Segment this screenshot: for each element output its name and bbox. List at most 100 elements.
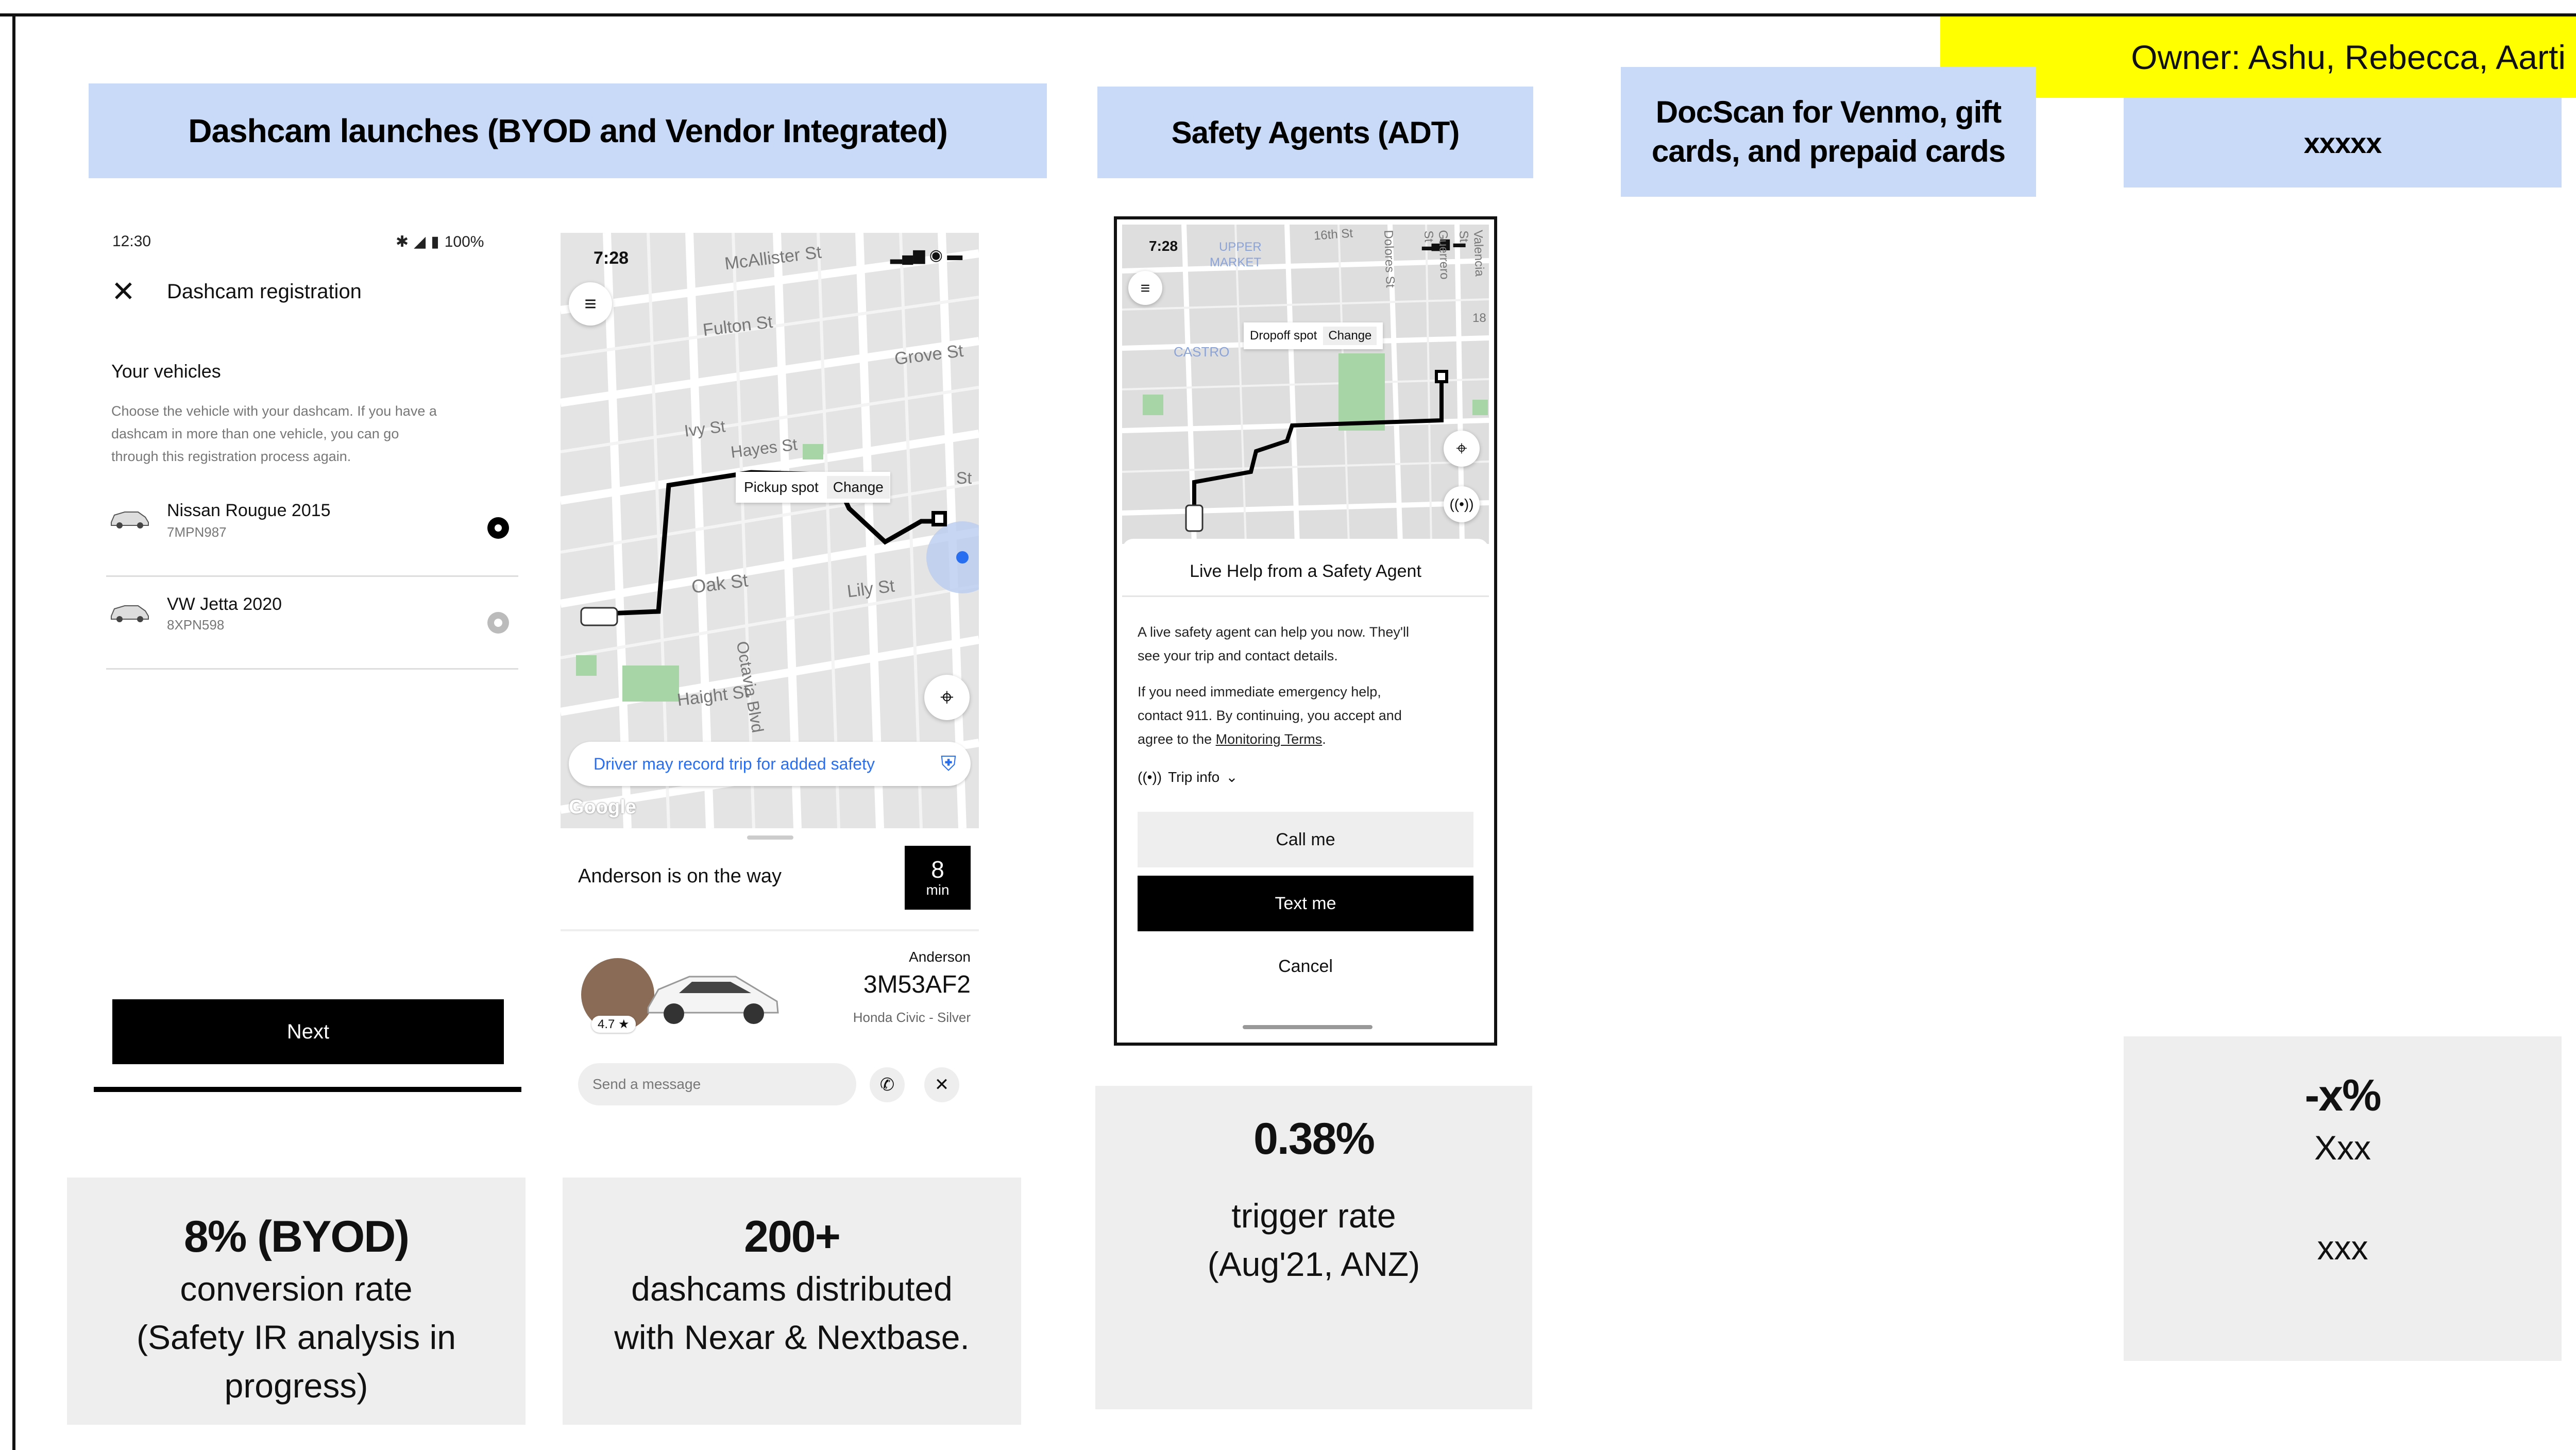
car-image xyxy=(647,976,779,1024)
vehicle-plate: 8XPN598 xyxy=(167,617,225,633)
close-icon[interactable]: ✕ xyxy=(111,276,135,307)
battery-percent: 100% xyxy=(444,233,484,250)
recenter-icon[interactable]: ⌖ xyxy=(924,675,970,720)
map-status-time: 7:28 xyxy=(594,248,629,268)
stat-value: 200+ xyxy=(744,1212,841,1261)
dashcam-notice-banner[interactable]: Driver may record trip for added safety … xyxy=(569,742,971,786)
safety-agent-screen: 7:28 ▂▄▆ ▬ UPPER MARKET CASTRO 16th St D… xyxy=(1114,216,1497,1046)
header-xxxxx-label: xxxxx xyxy=(2303,126,2382,159)
stat-line: with Nexar & Nextbase. xyxy=(614,1318,970,1356)
safety-toolkit-icon[interactable]: ((•)) xyxy=(1444,486,1480,522)
vehicle-name: Nissan Rougue 2015 xyxy=(167,501,331,520)
next-button[interactable]: Next xyxy=(112,999,504,1064)
car-icon xyxy=(111,605,149,622)
street-label: Guerrero St xyxy=(1421,230,1452,280)
street-label: 18 xyxy=(1472,311,1486,325)
driver-name: Anderson xyxy=(909,949,971,965)
stat-line: dashcams distributed xyxy=(631,1270,953,1308)
status-time: 12:30 xyxy=(112,233,151,250)
sheet-paragraph-2: If you need immediate emergency help, co… xyxy=(1138,680,1402,751)
vehicles-description: Choose the vehicle with your dashcam. If… xyxy=(111,400,437,468)
pickup-spot-label: Pickup spot xyxy=(744,479,819,495)
recenter-icon[interactable]: ⌖ xyxy=(1444,431,1480,467)
rider-trip-screen: 7:28 ▂▄▆ ◉ ▬ McAllister St Fulton St Gro… xyxy=(561,233,979,1108)
battery-icon: ▮ xyxy=(431,233,439,250)
sheet-paragraph-2-line1: If you need immediate emergency help, xyxy=(1138,684,1381,700)
stat-line: conversion rate xyxy=(180,1270,413,1308)
stat-line: (Safety IR analysis in xyxy=(137,1318,456,1356)
trip-info-toggle[interactable]: ((•)) Trip info ⌄ xyxy=(1138,769,1238,786)
stat-line: (Aug'21, ANZ) xyxy=(1207,1245,1420,1283)
map-status-time: 7:28 xyxy=(1149,238,1178,254)
divider xyxy=(561,929,979,931)
vehicles-section-title: Your vehicles xyxy=(111,361,221,382)
stat-byod-conversion: 8% (BYOD) conversion rate (Safety IR ana… xyxy=(67,1178,526,1425)
vehicle-name: VW Jetta 2020 xyxy=(167,594,282,614)
stat-line: xxx xyxy=(2317,1229,2368,1267)
home-indicator xyxy=(1243,1025,1372,1029)
slide-left-border xyxy=(12,13,15,1450)
stat-value: 8% (BYOD) xyxy=(184,1212,410,1261)
bluetooth-icon: ✱ xyxy=(396,233,409,250)
text-me-button[interactable]: Text me xyxy=(1138,876,1473,931)
message-input[interactable]: Send a message xyxy=(578,1063,856,1105)
rider-map[interactable]: 7:28 ▂▄▆ ◉ ▬ McAllister St Fulton St Gro… xyxy=(561,233,979,828)
sheet-paragraph-1-line1: A live safety agent can help you now. Th… xyxy=(1138,624,1409,640)
safety-map[interactable]: 7:28 ▂▄▆ ▬ UPPER MARKET CASTRO 16th St D… xyxy=(1122,225,1489,544)
stat-value: 0.38% xyxy=(1253,1114,1375,1164)
car-icon xyxy=(111,511,149,528)
cancel-button[interactable]: Cancel xyxy=(1138,941,1473,992)
header-safety-agents: Safety Agents (ADT) xyxy=(1097,87,1533,178)
pickup-change-button[interactable]: Change xyxy=(826,476,890,499)
vehicle-row[interactable]: Nissan Rougue 2015 7MPN987 xyxy=(106,494,518,577)
trip-info-label: Trip info xyxy=(1168,769,1220,785)
menu-icon[interactable]: ≡ xyxy=(569,282,612,326)
vehicles-description-line3: through this registration process again. xyxy=(111,449,351,464)
call-me-button[interactable]: Call me xyxy=(1138,812,1473,867)
header-xxxxx: xxxxx xyxy=(2124,98,2562,187)
vehicle-radio-selected[interactable] xyxy=(487,517,509,539)
vehicles-description-line2: dashcam in more than one vehicle, you ca… xyxy=(111,426,399,441)
street-label: St xyxy=(956,469,972,487)
vehicle-row[interactable]: VW Jetta 2020 8XPN598 xyxy=(106,587,518,670)
header-dashcam-label: Dashcam launches (BYOD and Vendor Integr… xyxy=(188,112,948,149)
google-logo: Google xyxy=(569,796,636,818)
dashcam-registration-screen: 12:30 ✱ ◢ ▮ 100% ✕ Dashcam registration … xyxy=(91,227,529,1097)
signal-icon: ◢ xyxy=(414,233,426,250)
eta-value: 8 xyxy=(931,856,944,883)
header-dashcam: Dashcam launches (BYOD and Vendor Integr… xyxy=(89,83,1047,178)
map-area-label: UPPER xyxy=(1219,240,1262,254)
eta-unit: min xyxy=(926,882,950,898)
close-icon[interactable]: ✕ xyxy=(924,1067,959,1102)
chevron-down-icon: ⌄ xyxy=(1226,769,1238,785)
sheet-paragraph-1: A live safety agent can help you now. Th… xyxy=(1138,620,1409,668)
street-label: Valencia St xyxy=(1456,230,1487,277)
header-safety-agents-label: Safety Agents (ADT) xyxy=(1171,115,1460,150)
sheet-title: Live Help from a Safety Agent xyxy=(1190,561,1421,581)
phone-icon[interactable]: ✆ xyxy=(870,1067,905,1102)
eta-badge: 8 min xyxy=(905,846,971,910)
dashcam-notice-text: Driver may record trip for added safety xyxy=(594,754,875,773)
map-status-icons: ▂▄▆ ◉ ▬ xyxy=(890,247,963,264)
dropoff-spot-pill[interactable]: Dropoff spot Change xyxy=(1244,322,1383,349)
trip-status-text: Anderson is on the way xyxy=(578,865,782,887)
stat-line: progress) xyxy=(224,1367,368,1405)
map-area-label: CASTRO xyxy=(1174,344,1230,360)
stat-x-percent: -x% Xxx xxx xyxy=(2124,1036,2562,1361)
sheet-handle[interactable] xyxy=(747,835,793,840)
monitoring-terms-link[interactable]: Monitoring Terms xyxy=(1216,731,1323,747)
shield-icon: ⛨ xyxy=(941,752,956,775)
vehicle-radio-unselected[interactable] xyxy=(487,612,509,634)
header-docscan-line1: DocScan for Venmo, gift xyxy=(1655,95,2002,129)
pickup-spot-pill[interactable]: Pickup spot Change xyxy=(736,472,890,503)
home-indicator xyxy=(94,1087,521,1092)
divider xyxy=(1122,595,1489,597)
sheet-paragraph-1-line2: see your trip and contact details. xyxy=(1138,648,1338,663)
dropoff-change-button[interactable]: Change xyxy=(1323,327,1377,345)
street-label: Dolores St xyxy=(1381,230,1397,288)
sheet-paragraph-2-line3: agree to the Monitoring Terms. xyxy=(1138,731,1326,747)
menu-icon[interactable]: ≡ xyxy=(1128,271,1162,305)
stat-line: trigger rate xyxy=(1231,1197,1396,1235)
license-plate: 3M53AF2 xyxy=(863,971,971,998)
sheet-paragraph-2-line2: contact 911. By continuing, you accept a… xyxy=(1138,708,1402,723)
